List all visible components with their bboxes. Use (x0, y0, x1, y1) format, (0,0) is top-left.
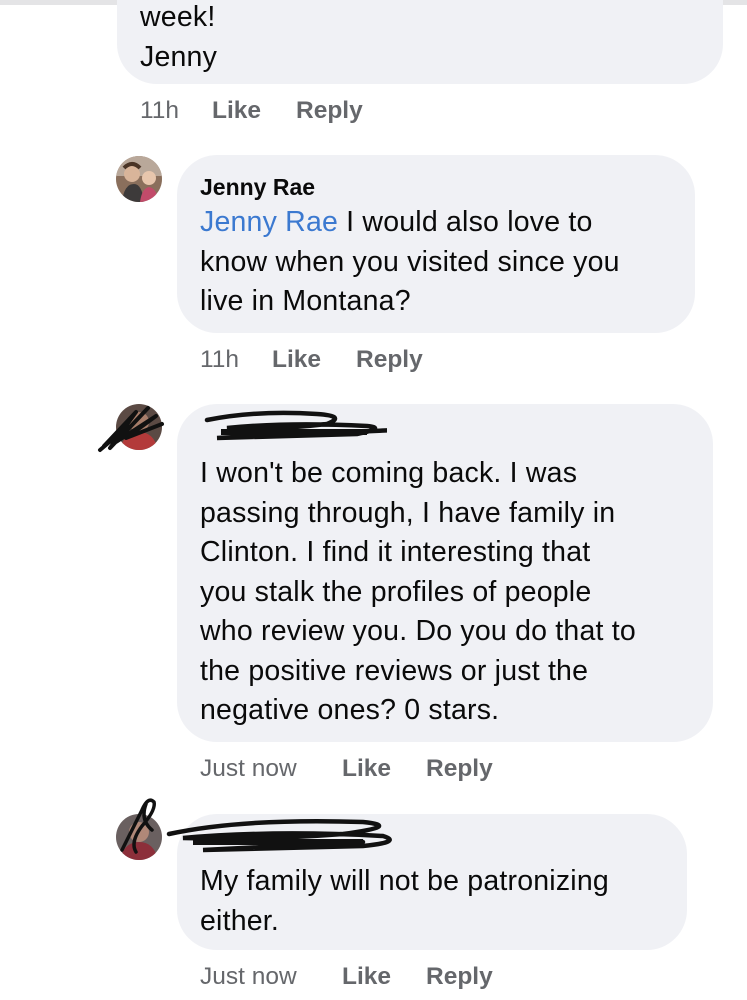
comment-line: who review you. Do you do that to (200, 615, 636, 647)
comment-line: I won't be coming back. I was (200, 457, 578, 489)
comment-bubble: My family will not be patronizing either… (166, 814, 687, 950)
comment-line: passing through, I have family in (200, 496, 616, 529)
comment-bubble: Jenny Rae Jenny Rae I would also love to… (177, 155, 695, 333)
comment-timestamp: Just now (200, 963, 297, 990)
comment-text: Jenny Rae I would also love to know when… (200, 203, 620, 322)
mention-link[interactable]: Jenny Rae (200, 206, 338, 238)
comment-text: My family will not be patronizing either… (200, 862, 609, 941)
avatar[interactable] (116, 156, 162, 202)
comment-actions: 11h Like Reply (200, 345, 500, 375)
comment-text: I won't be coming back. I was passing th… (200, 454, 636, 731)
comment-line: My family will not be patronizing (200, 865, 609, 897)
redaction-scribble (204, 410, 387, 441)
comment-text-span: I would also love to (338, 206, 593, 238)
comment-line: Jenny (140, 40, 218, 73)
comment-timestamp: 11h (140, 97, 180, 124)
reply-button[interactable]: Reply (296, 96, 363, 126)
reply-button[interactable]: Reply (356, 345, 423, 375)
comment-timestamp: Just now (200, 755, 297, 782)
comment-actions: 11h Like Reply (140, 96, 440, 126)
comment-line: you stalk the profiles of people (200, 575, 592, 608)
comment-line: the positive reviews or just the (200, 654, 589, 687)
comment-line: either. (200, 904, 280, 937)
reply-button[interactable]: Reply (426, 962, 493, 992)
like-button[interactable]: Like (342, 962, 391, 992)
comment-line: know when you visited since you (200, 245, 620, 278)
redaction-scribble (98, 406, 164, 452)
reply-button[interactable]: Reply (426, 754, 493, 784)
like-button[interactable]: Like (342, 754, 391, 784)
avatar-photo (116, 156, 162, 202)
comment-bubble: week! Jenny (117, 0, 723, 84)
comment-line: live in Montana? (200, 285, 411, 317)
comment-actions: Just now Like Reply (200, 962, 520, 992)
redaction-scribble (166, 818, 392, 853)
comment-line: week! (140, 1, 216, 33)
comment-actions: Just now Like Reply (200, 754, 520, 784)
commenter-name[interactable]: Jenny Rae (200, 173, 315, 201)
comment-text: week! Jenny (140, 0, 217, 77)
comment-bubble: I won't be coming back. I was passing th… (177, 404, 713, 742)
like-button[interactable]: Like (212, 96, 261, 126)
like-button[interactable]: Like (272, 345, 321, 375)
comment-line: negative ones? 0 stars. (200, 694, 500, 726)
comment-line: Clinton. I find it interesting that (200, 536, 591, 568)
comment-timestamp: 11h (200, 346, 240, 373)
